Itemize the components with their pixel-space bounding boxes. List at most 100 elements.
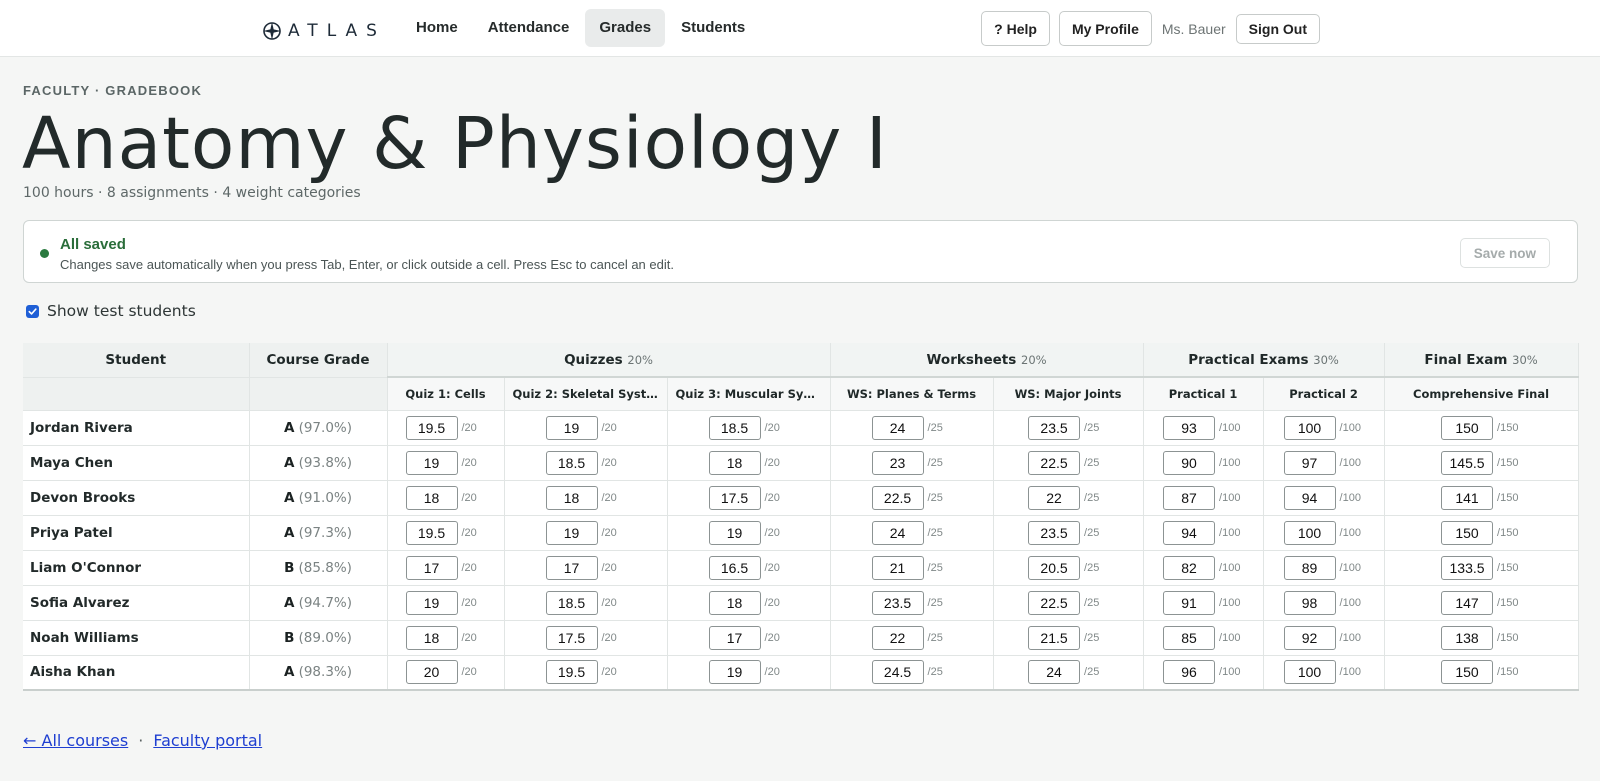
score-input[interactable]: 90 — [1163, 450, 1216, 475]
score-input[interactable]: 23.5 — [871, 590, 924, 615]
score-input[interactable]: 23.5 — [1028, 415, 1081, 440]
score-input[interactable]: 18.5 — [545, 590, 598, 615]
assignment-header-row: Quiz 1: Cells Quiz 2: Skeletal System Qu… — [23, 376, 1579, 411]
score-input[interactable]: 100 — [1283, 520, 1336, 545]
score-input[interactable]: 17 — [708, 625, 761, 650]
score-input[interactable]: 98 — [1283, 590, 1336, 615]
score-input[interactable]: 93 — [1163, 415, 1216, 440]
score-input[interactable]: 141 — [1441, 485, 1494, 510]
score-input[interactable]: 18 — [405, 625, 458, 650]
max-points: /25 — [1084, 421, 1100, 434]
score-cell: 91/100 — [1143, 585, 1264, 621]
category-weight: 30% — [1512, 352, 1538, 367]
nav-attendance[interactable]: Attendance — [474, 9, 584, 47]
score-input[interactable]: 89 — [1283, 555, 1336, 580]
score-input[interactable]: 138 — [1441, 625, 1494, 650]
score-input[interactable]: 22.5 — [1028, 590, 1081, 615]
student-name[interactable]: Noah Williams — [23, 620, 250, 656]
score-input[interactable]: 18 — [545, 485, 598, 510]
score-input[interactable]: 94 — [1163, 520, 1216, 545]
score-input[interactable]: 22.5 — [871, 485, 924, 510]
show-test-students-toggle[interactable]: Show test students — [26, 302, 196, 320]
score-input[interactable]: 94 — [1283, 485, 1336, 510]
score-input[interactable]: 19 — [405, 450, 458, 475]
max-points: /150 — [1497, 561, 1519, 574]
score-input[interactable]: 24 — [871, 415, 924, 440]
table-row: Aisha Khan A (98.3%) 20/20 19.5/20 19/20 24.5… — [23, 655, 1579, 691]
score-input[interactable]: 91 — [1163, 590, 1216, 615]
score-input[interactable]: 17 — [405, 555, 458, 580]
score-input[interactable]: 22 — [1028, 485, 1081, 510]
score-input[interactable]: 150 — [1441, 520, 1494, 545]
student-name[interactable]: Maya Chen — [23, 445, 250, 481]
score-input[interactable]: 150 — [1441, 660, 1494, 685]
student-name[interactable]: Sofia Alvarez — [23, 585, 250, 621]
score-input[interactable]: 17 — [545, 555, 598, 580]
score-input[interactable]: 22.5 — [1028, 450, 1081, 475]
score-input[interactable]: 19.5 — [405, 520, 458, 545]
score-input[interactable]: 21.5 — [1028, 625, 1081, 650]
score-cell: 17.5/20 — [504, 620, 668, 656]
nav-home[interactable]: Home — [402, 9, 472, 47]
score-input[interactable]: 17.5 — [708, 485, 761, 510]
score-input[interactable]: 16.5 — [708, 555, 761, 580]
help-button[interactable]: ? Help — [981, 11, 1050, 46]
student-name[interactable]: Devon Brooks — [23, 480, 250, 516]
score-input[interactable]: 18.5 — [545, 450, 598, 475]
max-points: /150 — [1497, 596, 1519, 609]
score-input[interactable]: 17.5 — [545, 625, 598, 650]
table-row: Devon Brooks A (91.0%) 18/20 18/20 17.5/20 22… — [23, 480, 1579, 516]
score-input[interactable]: 87 — [1163, 485, 1216, 510]
nav-grades[interactable]: Grades — [585, 9, 666, 47]
score-input[interactable]: 85 — [1163, 625, 1216, 650]
score-input[interactable]: 19.5 — [545, 660, 598, 685]
score-input[interactable]: 23 — [871, 450, 924, 475]
score-input[interactable]: 18 — [405, 485, 458, 510]
score-input[interactable]: 133.5 — [1441, 555, 1494, 580]
score-input[interactable]: 22 — [871, 625, 924, 650]
brand-logo[interactable]: ATLAS — [262, 20, 386, 42]
score-input[interactable]: 19 — [545, 520, 598, 545]
score-input[interactable]: 96 — [1163, 660, 1216, 685]
score-input[interactable]: 24 — [1028, 660, 1081, 685]
score-input[interactable]: 21 — [871, 555, 924, 580]
score-input[interactable]: 19.5 — [405, 415, 458, 440]
score-input[interactable]: 24.5 — [871, 660, 924, 685]
score-input[interactable]: 18 — [708, 450, 761, 475]
score-input[interactable]: 19 — [405, 590, 458, 615]
max-points: /20 — [764, 491, 780, 504]
score-input[interactable]: 145.5 — [1441, 450, 1494, 475]
sign-out-button[interactable]: Sign Out — [1235, 13, 1320, 44]
score-input[interactable]: 18 — [708, 590, 761, 615]
score-input[interactable]: 92 — [1283, 625, 1336, 650]
score-input[interactable]: 19 — [708, 660, 761, 685]
score-input[interactable]: 19 — [545, 415, 598, 440]
score-input[interactable]: 100 — [1283, 660, 1336, 685]
student-name[interactable]: Liam O'Connor — [23, 550, 250, 586]
score-input[interactable]: 18.5 — [708, 415, 761, 440]
student-name[interactable]: Priya Patel — [23, 515, 250, 551]
assignment-header: WS: Planes & Terms — [830, 376, 994, 411]
faculty-portal-link[interactable]: Faculty portal — [153, 731, 262, 750]
score-input[interactable]: 20.5 — [1028, 555, 1081, 580]
score-input[interactable]: 20 — [405, 660, 458, 685]
student-name[interactable]: Jordan Rivera — [23, 410, 250, 446]
my-profile-button[interactable]: My Profile — [1058, 11, 1152, 46]
course-grade: B (89.0%) — [249, 620, 388, 656]
max-points: /20 — [601, 561, 617, 574]
score-input[interactable]: 147 — [1441, 590, 1494, 615]
save-now-button[interactable]: Save now — [1459, 238, 1550, 268]
score-cell: 23.5/25 — [993, 515, 1144, 551]
all-courses-link[interactable]: ← All courses — [23, 731, 128, 750]
nav-students[interactable]: Students — [667, 9, 759, 47]
score-input[interactable]: 82 — [1163, 555, 1216, 580]
student-name[interactable]: Aisha Khan — [23, 655, 250, 691]
score-input[interactable]: 97 — [1283, 450, 1336, 475]
score-input[interactable]: 24 — [871, 520, 924, 545]
score-input[interactable]: 23.5 — [1028, 520, 1081, 545]
score-input[interactable]: 150 — [1441, 415, 1494, 440]
score-input[interactable]: 100 — [1283, 415, 1336, 440]
show-test-students-checkbox[interactable] — [26, 304, 39, 318]
score-cell: 90/100 — [1143, 445, 1264, 481]
score-input[interactable]: 19 — [708, 520, 761, 545]
